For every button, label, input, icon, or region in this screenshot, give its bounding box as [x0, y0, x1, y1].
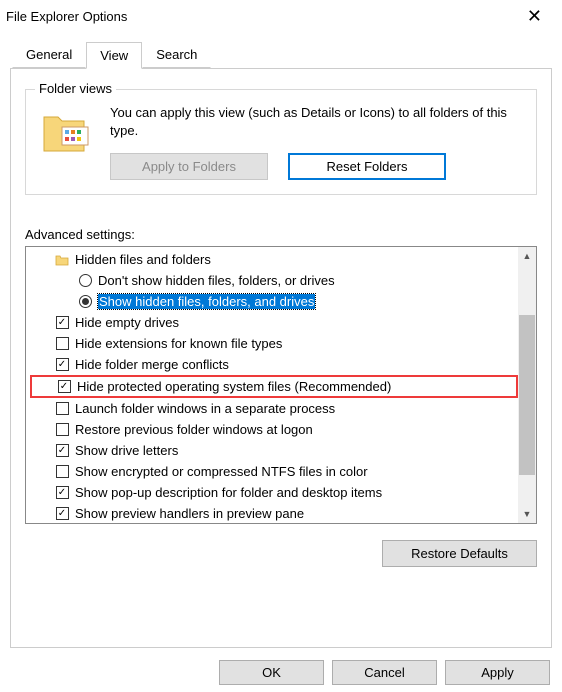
list-item[interactable]: ✓ Hide folder merge conflicts [30, 354, 518, 375]
list-item[interactable]: ✓ Show pop-up description for folder and … [30, 482, 518, 503]
reset-folders-button[interactable]: Reset Folders [288, 153, 446, 180]
list-item-label: Show hidden files, folders, and drives [98, 294, 315, 309]
list-item-label: Hide extensions for known file types [75, 336, 282, 351]
list-item-label: Show preview handlers in preview pane [75, 506, 304, 521]
apply-button[interactable]: Apply [445, 660, 550, 685]
list-item-label: Hidden files and folders [75, 252, 211, 267]
folder-views-icon [38, 104, 98, 160]
list-item[interactable]: Hide extensions for known file types [30, 333, 518, 354]
list-item[interactable]: Hidden files and folders [30, 249, 518, 270]
checkbox-icon[interactable] [54, 401, 70, 417]
list-item-label: Hide protected operating system files (R… [77, 379, 391, 394]
list-item-label: Hide empty drives [75, 315, 179, 330]
ok-button[interactable]: OK [219, 660, 324, 685]
list-item-label: Show encrypted or compressed NTFS files … [75, 464, 368, 479]
list-item[interactable]: ✓ Hide protected operating system files (… [30, 375, 518, 398]
list-item[interactable]: Show encrypted or compressed NTFS files … [30, 461, 518, 482]
checkbox-icon[interactable]: ✓ [56, 379, 72, 395]
list-item[interactable]: ✓ Show preview handlers in preview pane [30, 503, 518, 523]
folder-views-title: Folder views [35, 81, 116, 96]
radio-icon[interactable] [77, 273, 93, 289]
checkbox-icon[interactable] [54, 422, 70, 438]
list-item[interactable]: ✓ Hide empty drives [30, 312, 518, 333]
tab-search[interactable]: Search [142, 41, 211, 68]
list-item[interactable]: Restore previous folder windows at logon [30, 419, 518, 440]
restore-defaults-button[interactable]: Restore Defaults [382, 540, 537, 567]
list-item[interactable]: ✓ Show drive letters [30, 440, 518, 461]
scrollbar[interactable]: ▲ ▼ [518, 247, 536, 523]
list-item-label: Show drive letters [75, 443, 178, 458]
checkbox-icon[interactable]: ✓ [54, 485, 70, 501]
folder-views-description: You can apply this view (such as Details… [110, 104, 524, 139]
advanced-settings-label: Advanced settings: [25, 227, 537, 242]
tab-panel: Folder views You can apply this view (su… [10, 68, 552, 648]
checkbox-icon[interactable] [54, 464, 70, 480]
scroll-thumb[interactable] [519, 315, 535, 475]
list-item-label: Launch folder windows in a separate proc… [75, 401, 335, 416]
checkbox-icon[interactable]: ✓ [54, 315, 70, 331]
list-item[interactable]: Show hidden files, folders, and drives [30, 291, 518, 312]
apply-to-folders-button[interactable]: Apply to Folders [110, 153, 268, 180]
window-title: File Explorer Options [6, 9, 127, 24]
tab-general[interactable]: General [12, 41, 86, 68]
radio-icon[interactable] [77, 294, 93, 310]
title-bar: File Explorer Options ✕ [0, 0, 562, 33]
close-icon[interactable]: ✕ [519, 6, 550, 27]
checkbox-icon[interactable] [54, 336, 70, 352]
list-item-label: Hide folder merge conflicts [75, 357, 229, 372]
list-item[interactable]: Launch folder windows in a separate proc… [30, 398, 518, 419]
advanced-settings-list: Hidden files and folders Don't show hidde… [25, 246, 537, 524]
folder-views-group: Folder views You can apply this view (su… [25, 89, 537, 195]
scroll-track[interactable] [518, 265, 536, 505]
dialog-buttons: OK Cancel Apply [0, 652, 562, 685]
list-item-label: Show pop-up description for folder and d… [75, 485, 382, 500]
checkbox-icon[interactable]: ✓ [54, 443, 70, 459]
scroll-up-icon[interactable]: ▲ [518, 247, 536, 265]
checkbox-icon[interactable]: ✓ [54, 357, 70, 373]
list-item[interactable]: Don't show hidden files, folders, or dri… [30, 270, 518, 291]
list-item-label: Restore previous folder windows at logon [75, 422, 313, 437]
checkbox-icon[interactable]: ✓ [54, 506, 70, 522]
tab-view[interactable]: View [86, 42, 142, 69]
tabs: General View Search [0, 41, 562, 68]
list-item-label: Don't show hidden files, folders, or dri… [98, 273, 335, 288]
scroll-down-icon[interactable]: ▼ [518, 505, 536, 523]
folder-icon[interactable] [54, 252, 70, 268]
cancel-button[interactable]: Cancel [332, 660, 437, 685]
